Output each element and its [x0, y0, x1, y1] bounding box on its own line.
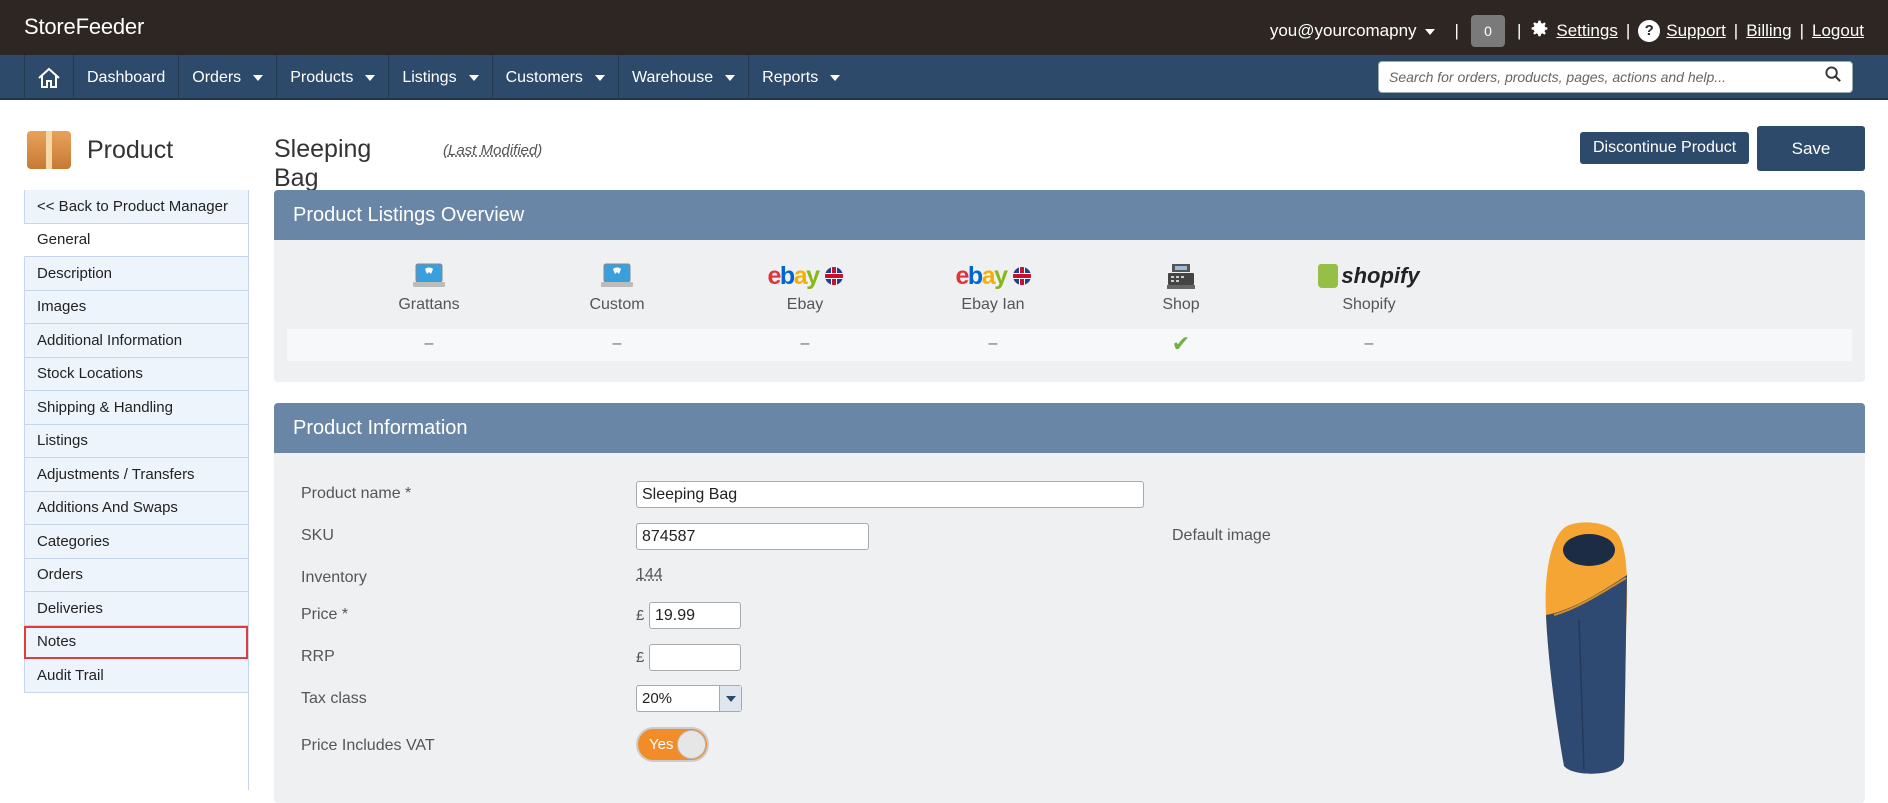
- sidebar-item-listings[interactable]: Listings: [24, 424, 248, 458]
- chevron-down-icon: [365, 74, 376, 81]
- sidebar-item-images[interactable]: Images: [24, 290, 248, 324]
- nav-products[interactable]: Products: [277, 55, 390, 100]
- chevron-down-icon: [468, 74, 479, 81]
- rrp-label: RRP: [301, 648, 335, 665]
- sidebar-item-categories[interactable]: Categories: [24, 525, 248, 559]
- check-icon: ✔: [1171, 331, 1191, 356]
- status-custom: –: [612, 335, 622, 352]
- panel-title: Product Information: [274, 403, 1865, 453]
- sidebar-item-audit-trail[interactable]: Audit Trail: [24, 659, 248, 693]
- ebay-logo: ebay: [918, 260, 1068, 292]
- sidebar-title: Product: [87, 135, 174, 164]
- laptop-icon: [354, 260, 504, 292]
- listings-overview-panel: Product Listings Overview Grattans Custo…: [274, 190, 1865, 382]
- discontinue-product-button[interactable]: Discontinue Product: [1580, 132, 1750, 164]
- product-information-panel: Product Information Product name * SKU D…: [274, 403, 1865, 803]
- nav-customers[interactable]: Customers: [493, 55, 619, 100]
- uk-flag-icon: [1012, 267, 1031, 285]
- app-brand[interactable]: StoreFeeder: [24, 14, 144, 40]
- notification-count-badge[interactable]: 0: [1470, 15, 1505, 47]
- sidebar-item-adjustments[interactable]: Adjustments / Transfers: [24, 458, 248, 492]
- status-ebay: –: [800, 335, 810, 352]
- user-menu[interactable]: you@yourcomapny: [1270, 21, 1435, 41]
- top-right-menu: you@yourcomapny | 0 | Settings | ? Suppo…: [1270, 15, 1864, 47]
- chevron-down-icon: [253, 74, 264, 81]
- chevron-down-icon: [1424, 28, 1435, 35]
- channel-grattans[interactable]: Grattans: [354, 260, 504, 314]
- vat-label: Price Includes VAT: [301, 737, 435, 754]
- cash-register-icon: [1106, 260, 1256, 292]
- product-name-label: Product name *: [301, 485, 412, 502]
- nav-listings[interactable]: Listings: [389, 55, 493, 100]
- status-ebay-ian: –: [988, 335, 998, 352]
- channel-custom[interactable]: Custom: [542, 260, 692, 314]
- price-includes-vat-toggle[interactable]: Yes: [636, 727, 709, 762]
- main-nav: Dashboard Orders Products Listings Custo…: [0, 55, 1888, 100]
- channel-shopify[interactable]: shopify Shopify: [1294, 260, 1444, 314]
- tax-class-select[interactable]: 20%: [636, 685, 742, 712]
- status-grattans: –: [424, 335, 434, 352]
- support-link[interactable]: Support: [1666, 21, 1726, 41]
- channel-shop[interactable]: Shop: [1106, 260, 1256, 314]
- nav-warehouse[interactable]: Warehouse: [619, 55, 750, 100]
- tax-class-label: Tax class: [301, 690, 367, 707]
- nav-dashboard[interactable]: Dashboard: [74, 55, 180, 100]
- last-modified-link[interactable]: (Last Modified): [443, 142, 542, 159]
- chevron-down-icon[interactable]: [719, 686, 741, 711]
- sku-input[interactable]: [636, 523, 869, 550]
- shopify-logo: shopify: [1294, 260, 1444, 292]
- search-icon[interactable]: [1825, 66, 1842, 88]
- product-box-icon: [27, 131, 71, 169]
- search-input[interactable]: [1389, 69, 1825, 85]
- settings-link[interactable]: Settings: [1556, 21, 1617, 41]
- price-label: Price *: [301, 606, 349, 623]
- product-image[interactable]: [1534, 520, 1634, 787]
- product-name-input[interactable]: [636, 481, 1144, 508]
- sidebar-item-additional-information[interactable]: Additional Information: [24, 324, 248, 358]
- status-shopify: –: [1364, 335, 1374, 352]
- sidebar-item-notes[interactable]: Notes: [24, 625, 248, 659]
- sidebar-item-additions-swaps[interactable]: Additions And Swaps: [24, 491, 248, 525]
- ebay-logo: ebay: [730, 260, 880, 292]
- sidebar-item-shipping[interactable]: Shipping & Handling: [24, 391, 248, 425]
- price-input[interactable]: [649, 602, 741, 629]
- chevron-down-icon: [725, 74, 736, 81]
- home-icon[interactable]: [24, 55, 74, 100]
- nav-reports[interactable]: Reports: [749, 55, 853, 100]
- chevron-down-icon: [594, 74, 605, 81]
- laptop-icon: [542, 260, 692, 292]
- save-button[interactable]: Save: [1757, 126, 1865, 171]
- top-bar: StoreFeeder you@yourcomapny | 0 | Settin…: [0, 0, 1888, 55]
- sidebar-menu: << Back to Product Manager General Descr…: [24, 190, 249, 790]
- billing-link[interactable]: Billing: [1746, 21, 1791, 41]
- sidebar-header: Product: [27, 131, 173, 169]
- help-icon[interactable]: ?: [1638, 20, 1661, 42]
- global-search: [1378, 61, 1853, 93]
- rrp-input[interactable]: [649, 644, 741, 671]
- currency-symbol: £: [636, 607, 645, 624]
- listing-status-row: – – – – ✔ –: [287, 329, 1852, 361]
- nav-orders[interactable]: Orders: [179, 55, 278, 100]
- inventory-value[interactable]: 144: [636, 566, 663, 584]
- channel-ebay-ian[interactable]: ebay Ebay Ian: [918, 260, 1068, 314]
- channel-ebay[interactable]: ebay Ebay: [730, 260, 880, 314]
- panel-title: Product Listings Overview: [274, 190, 1865, 240]
- inventory-label: Inventory: [301, 569, 367, 586]
- sku-label: SKU: [301, 527, 334, 544]
- chevron-down-icon: [830, 74, 841, 81]
- logout-link[interactable]: Logout: [1812, 21, 1864, 41]
- sidebar-item-orders[interactable]: Orders: [24, 558, 248, 592]
- uk-flag-icon: [824, 267, 843, 285]
- default-image-label: Default image: [1172, 527, 1271, 544]
- sidebar-item-deliveries[interactable]: Deliveries: [24, 592, 248, 626]
- currency-symbol: £: [636, 649, 645, 666]
- sidebar-item-description[interactable]: Description: [24, 257, 248, 291]
- toggle-knob: [677, 730, 706, 759]
- sidebar-item-back[interactable]: << Back to Product Manager: [24, 190, 248, 224]
- shopify-bag-icon: [1318, 264, 1339, 288]
- sidebar-item-general[interactable]: General: [24, 223, 248, 257]
- gear-icon[interactable]: [1529, 18, 1550, 44]
- sidebar-item-stock-locations[interactable]: Stock Locations: [24, 357, 248, 391]
